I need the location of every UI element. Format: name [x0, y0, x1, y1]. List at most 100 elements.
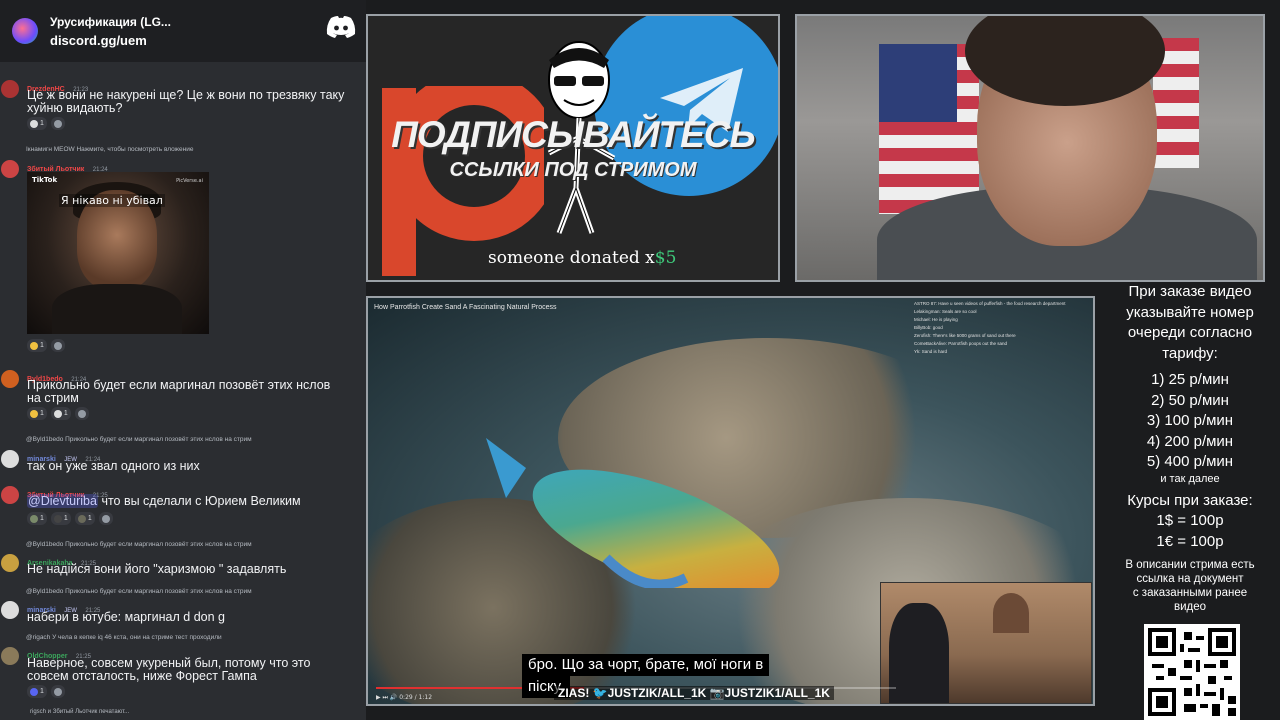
sticker-emoji-icon: [53, 514, 62, 523]
tariff-line: 2) 50 р/мин: [1151, 391, 1229, 409]
reply-preview[interactable]: @rigach У чела в кепке iq 46 кста, они н…: [26, 634, 222, 641]
links-subheading: ССЫЛКИ ПОД СТРИМОМ: [449, 159, 697, 181]
reply-preview[interactable]: @Byld1bedo Прикольно будет если маргинал…: [26, 436, 252, 443]
streamer-webcam: [795, 14, 1265, 282]
play-icon[interactable]: ▶ ⏭ 🔊: [376, 694, 397, 701]
add-reaction-button[interactable]: [98, 512, 113, 525]
reaction[interactable]: 1: [27, 512, 47, 525]
tiktok-caption: Я нікаво ні убівал: [59, 194, 165, 207]
discord-server-header[interactable]: Урусификация (LG... discord.gg/uem: [0, 0, 366, 62]
add-emoji-icon: [53, 341, 62, 350]
message-text: набери в ютубе: маргинал d don g: [27, 610, 225, 624]
face-emoji-icon: [30, 341, 38, 350]
skull-emoji-icon: [53, 409, 62, 418]
overlay-chat-line: ComeBackAlive: Parrotfish poops out the …: [914, 341, 1008, 346]
sticker-emoji-icon: [30, 514, 38, 523]
user-mention[interactable]: @Dievturiba: [27, 494, 98, 508]
video-player[interactable]: How Parrotfish Create Sand A Fascinating…: [366, 296, 1095, 706]
reaction[interactable]: 1: [27, 339, 47, 352]
video-time: 0:29 / 1:12: [399, 694, 433, 701]
message-text: на стрим: [27, 391, 79, 405]
laugh-emoji-icon: [30, 409, 38, 418]
subtitle-line: бро. Що за чорт, брате, мої ноги в: [522, 654, 770, 676]
tariff-line: 3) 100 р/мин: [1146, 412, 1234, 429]
invite-link[interactable]: discord.gg/uem: [50, 33, 171, 48]
avatar: [1, 647, 19, 665]
subscribe-heading: ПОДПИСЫВАЙТЕСЬ: [391, 114, 755, 155]
info-line: очереди согласно: [1127, 324, 1253, 341]
video-controls[interactable]: ▶ ⏭ 🔊 0:29 / 1:12: [376, 694, 432, 702]
picture-in-picture-cam: [880, 582, 1092, 704]
stream-layout: Урусификация (LG... discord.gg/uem Drezd…: [0, 0, 1280, 720]
overlay-chat-line: BillyBob: good: [914, 325, 943, 330]
avatar: [1, 601, 19, 619]
add-emoji-icon: [101, 514, 110, 523]
add-reaction-button[interactable]: [50, 117, 65, 130]
reply-preview[interactable]: @Byld1bedo Прикольно будет если маргинал…: [26, 588, 252, 595]
social-handles-banner: ZIAS! 🐦JUSTZIK/ALL_1K 📷JUSTZIK1/ALL_1K: [554, 686, 834, 700]
tariff-line: 5) 400 р/мин: [1146, 453, 1234, 470]
reaction[interactable]: 1: [50, 512, 71, 525]
order-info-panel: При заказе видео указывайте номер очеред…: [1100, 282, 1280, 720]
avatar: [1, 486, 19, 504]
video-title: How Parrotfish Create Sand A Fascinating…: [374, 304, 557, 311]
subscribe-promo-panel: ПОДПИСЫВАЙТЕСЬ ССЫЛКИ ПОД СТРИМОМ someon…: [366, 14, 780, 282]
parrotfish: [486, 438, 780, 588]
watermark: PicVerse.ai: [176, 178, 203, 184]
typing-indicator: rigsch и Збитый Льотчик печатают...: [30, 709, 130, 715]
tariff-line: 4) 200 р/мин: [1146, 432, 1234, 450]
overlay-chat-line: Michael: He is playing: [914, 317, 958, 322]
avatar: [1, 80, 19, 98]
message-text: что вы сделали с Юрием Великим: [97, 494, 301, 508]
overlay-chat-line: Zerofish: There's like 5000 grams of san…: [914, 333, 1016, 338]
message-text: хуйню видають?: [27, 101, 123, 115]
add-reaction-button[interactable]: [50, 685, 65, 698]
add-emoji-icon: [53, 119, 62, 128]
reaction[interactable]: 1: [50, 407, 71, 420]
body: [52, 284, 182, 334]
reply-preview[interactable]: @Byld1bedo Прикольно будет если маргинал…: [26, 541, 252, 548]
emoji-icon: [30, 687, 38, 696]
doorway: [993, 593, 1029, 633]
reaction[interactable]: 1: [27, 117, 47, 130]
tiktok-attachment[interactable]: TikTok Я нікаво ні убівал PicVerse.ai: [27, 172, 209, 334]
overlay-chat-line: Lelakingman: Seals are so cool: [914, 309, 977, 314]
discord-chat-panel: Урусификация (LG... discord.gg/uem Drezd…: [0, 0, 366, 720]
qr-pattern: [1148, 628, 1236, 716]
message-text: Не надійся вони його "харизмою " задавля…: [27, 562, 287, 576]
reply-preview[interactable]: Ікнамигн MEOW Нажмите, чтобы посмотреть …: [26, 146, 193, 153]
and-more-note: и так далее: [1160, 472, 1220, 485]
person: [889, 603, 949, 703]
avatar: [1, 554, 19, 572]
add-reaction-button[interactable]: [50, 339, 65, 352]
info-line: тарифу:: [1162, 344, 1218, 362]
overlay-chat-line: Yk: Sand is hard: [914, 349, 948, 354]
courses-heading: Курсы при заказе:: [1127, 491, 1253, 509]
us-flag-canton: [879, 44, 957, 122]
sticker-emoji-icon: [77, 514, 86, 523]
note-line: с заказанными ранее: [1132, 587, 1248, 599]
reaction[interactable]: 1: [27, 685, 47, 698]
add-emoji-icon: [77, 409, 86, 418]
tariff-line: 1) 25 р/мин: [1151, 371, 1229, 388]
avatar: [1, 370, 19, 388]
note-line: видео: [1173, 601, 1207, 613]
video-overlay-chat: ASTRO 87: Have u seen videos of pufferfi…: [914, 300, 1093, 356]
note-line: В описании стрима есть: [1125, 559, 1255, 571]
add-emoji-icon: [53, 687, 62, 696]
info-line: При заказе видео: [1128, 283, 1252, 300]
info-line: указывайте номер: [1126, 303, 1254, 321]
reaction[interactable]: 1: [27, 407, 47, 420]
reaction[interactable]: 1: [74, 512, 95, 525]
qr-code-icon: [1144, 624, 1240, 720]
avatar: [1, 450, 19, 468]
add-reaction-button[interactable]: [74, 407, 89, 420]
note-line: ссылка на документ: [1136, 573, 1244, 585]
server-title: Урусификация (LG...: [50, 14, 171, 29]
server-icon: [12, 18, 38, 44]
overlay-chat-line: ASTRO 87: Have u seen videos of pufferfi…: [914, 301, 1066, 306]
avatar: [1, 160, 19, 178]
donation-amount: $5: [654, 248, 677, 268]
donation-alert: someone donated x$5: [488, 248, 677, 268]
message-text: совсем отсталость, ниже Форест Гампа: [27, 669, 257, 683]
